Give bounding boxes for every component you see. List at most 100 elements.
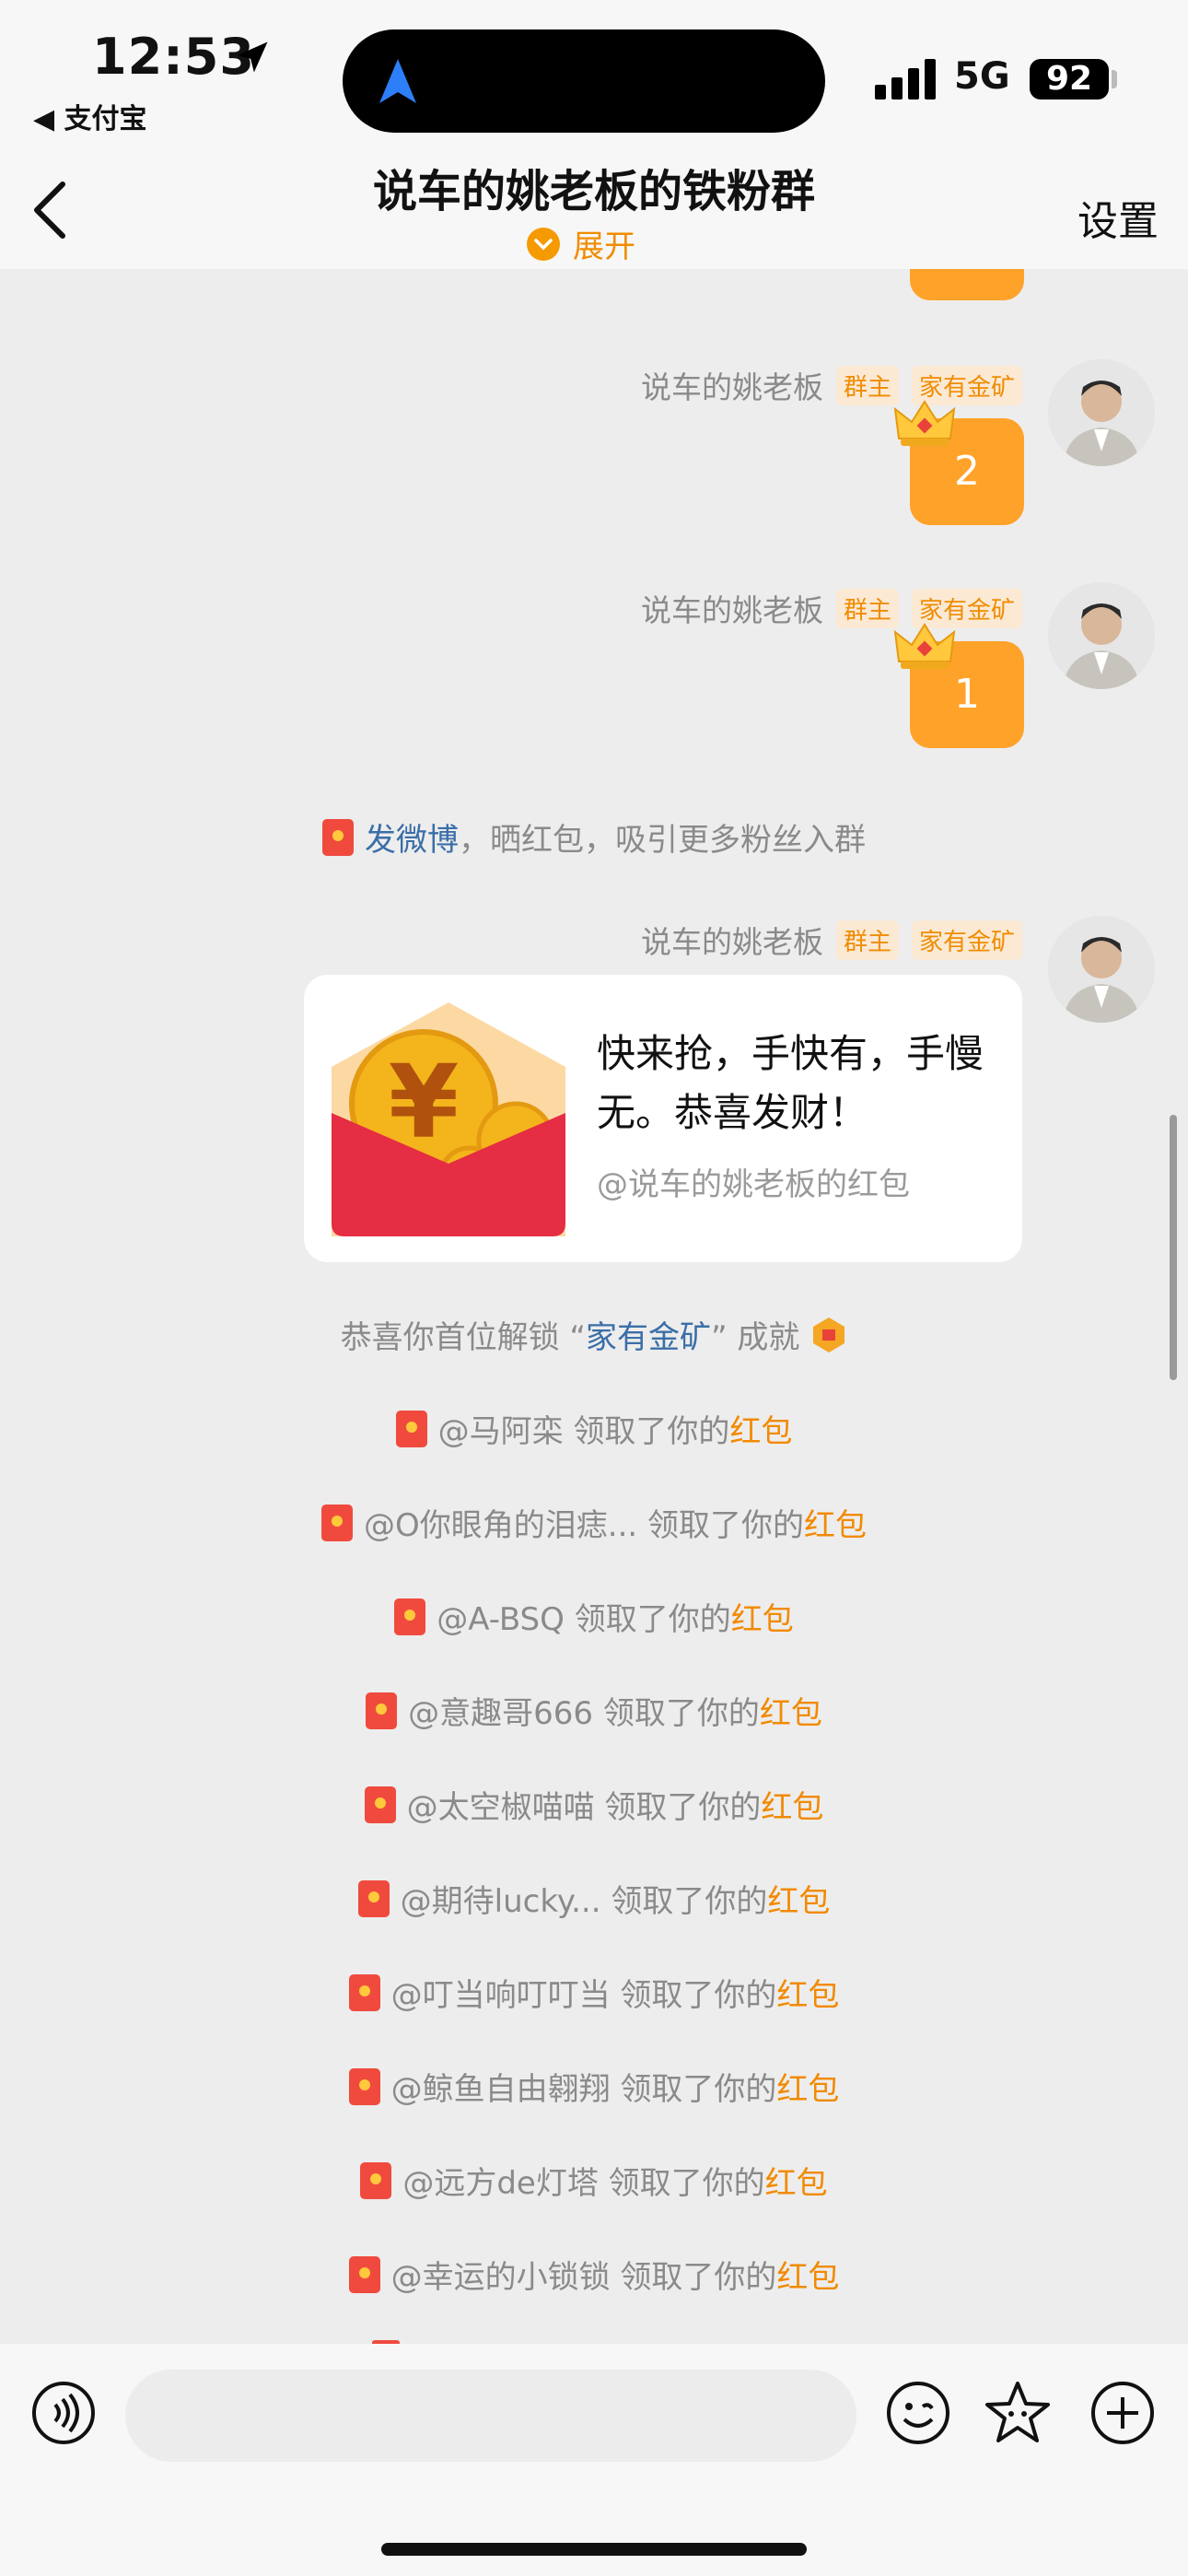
claim-action: 领取了你的 (610, 2259, 777, 2296)
home-indicator (381, 2543, 807, 2556)
achievement-notice: 恭喜你首位解锁 “家有金矿” 成就 (0, 1312, 1188, 1357)
claim-action: 领取了你的 (593, 1695, 760, 1732)
claim-notice: @A-BSQ 领取了你的红包 (0, 1594, 1188, 1644)
claim-notice: @叮当响叮叮当 领取了你的红包 (0, 1970, 1188, 2020)
message-sender: 说车的姚老板 群主 家有金矿 (641, 363, 1022, 407)
input-bar (0, 2344, 1188, 2576)
claim-action: 领取了你的 (610, 1977, 777, 2014)
status-time: 12:53 (92, 28, 255, 86)
achievement-suffix: ” 成就 (711, 1319, 800, 1356)
claim-user[interactable]: @O你眼角的泪痣... (364, 1507, 637, 1544)
avatar[interactable] (1048, 359, 1155, 466)
sticker-icon[interactable] (984, 2379, 1052, 2447)
red-packet-source: @说车的姚老板的红包 (597, 1166, 910, 1203)
crown-icon (893, 623, 956, 669)
previous-message-bubble[interactable] (910, 269, 1024, 300)
claim-notice: @意趣哥666 领取了你的红包 (0, 1688, 1188, 1738)
owner-tag: 群主 (835, 365, 899, 405)
achievement-badge-icon (813, 1317, 845, 1352)
settings-button[interactable]: 设置 (1077, 188, 1159, 247)
red-packet-icon (348, 2067, 380, 2105)
location-arrow-icon (237, 41, 268, 73)
claim-notice: @鲸鱼自由翱翔 领取了你的红包 (0, 2064, 1188, 2113)
sender-name: 说车的姚老板 (640, 369, 823, 405)
claim-user[interactable]: @远方de灯塔 (402, 2165, 599, 2202)
claim-action: 领取了你的 (564, 1601, 731, 1638)
crown-icon (893, 400, 956, 446)
sender-name: 说车的姚老板 (640, 924, 823, 960)
red-packet-icon (348, 2255, 380, 2293)
claim-action: 领取了你的 (637, 1507, 804, 1544)
promo-notice: 发微博，晒红包，吸引更多粉丝入群 (0, 814, 1188, 864)
message-sender: 说车的姚老板 群主 家有金矿 (641, 918, 1022, 962)
dynamic-island (343, 29, 825, 133)
network-type: 5G (954, 55, 1010, 98)
claim-item-link[interactable]: 红包 (760, 1695, 822, 1732)
claim-item-link[interactable]: 红包 (776, 2259, 839, 2296)
expand-button[interactable]: 展开 (527, 221, 635, 266)
claim-user[interactable]: @马阿栾 (438, 1413, 564, 1450)
red-packet-card[interactable]: ¥ 快来抢，手快有，手慢无。恭喜发财！ @说车的姚老板的红包 (304, 975, 1022, 1262)
message-text: 1 (954, 671, 980, 718)
claim-user[interactable]: @太空椒喵喵 (407, 1789, 595, 1826)
voice-icon[interactable] (31, 2381, 96, 2445)
claim-notice: @太空椒喵喵 领取了你的红包 (0, 1782, 1188, 1832)
claim-item-link[interactable]: 红包 (776, 2071, 839, 2108)
owner-tag: 群主 (835, 588, 899, 628)
chevron-down-icon (527, 227, 560, 261)
claim-notice: @期待lucky... 领取了你的红包 (0, 1876, 1188, 1926)
claim-item-link[interactable]: 红包 (731, 1601, 794, 1638)
claim-user[interactable]: @鲸鱼自由翱翔 (391, 2071, 611, 2108)
sender-name: 说车的姚老板 (640, 592, 823, 628)
red-packet-envelope-icon: ¥ (332, 1002, 565, 1236)
claim-user[interactable]: @期待lucky... (401, 1883, 601, 1920)
battery-cap (1112, 70, 1117, 88)
red-packet-icon (348, 1973, 380, 2011)
red-packet-icon (394, 1598, 426, 1635)
scrollbar[interactable] (1170, 1115, 1177, 1380)
claim-item-link[interactable]: 红包 (761, 1789, 823, 1826)
plus-icon[interactable] (1090, 2381, 1155, 2445)
achievement-prefix: 恭喜你首位解锁 “ (340, 1319, 586, 1356)
avatar[interactable] (1048, 916, 1155, 1023)
claim-item-link[interactable]: 红包 (729, 1413, 792, 1450)
claim-user[interactable]: @叮当响叮叮当 (391, 1977, 611, 2014)
claim-action: 领取了你的 (598, 2165, 765, 2202)
red-packet-icon (321, 1504, 353, 1541)
claim-item-link[interactable]: 红包 (767, 1883, 830, 1920)
achievement-name[interactable]: 家有金矿 (586, 1319, 711, 1356)
claim-item-link[interactable]: 红包 (765, 2165, 828, 2202)
battery-indicator: 92 (1030, 59, 1109, 100)
red-packet-icon (322, 818, 354, 856)
claim-action: 领取了你的 (600, 1883, 768, 1920)
red-packet-message: 快来抢，手快有，手慢无。恭喜发财！ (597, 1031, 984, 1135)
emoji-icon[interactable] (886, 2381, 950, 2445)
claim-notice: @幸运的小锁锁 领取了你的红包 (0, 2252, 1188, 2301)
claim-user[interactable]: @意趣哥666 (408, 1695, 593, 1732)
red-packet-icon (357, 1879, 390, 1917)
chat-title: 说车的姚老板的铁粉群 (372, 166, 815, 217)
red-packet-icon (366, 1692, 398, 1729)
red-packet-icon (395, 1410, 427, 1447)
red-packet-icon (360, 2161, 392, 2199)
weibo-link[interactable]: 发微博 (365, 822, 459, 859)
owner-tag: 群主 (835, 919, 899, 960)
expand-label: 展开 (573, 228, 635, 265)
top-bar: 12:53 ◀ 支付宝 5G 92 说车的姚老板的铁粉群 展开 设置 (0, 0, 1188, 269)
claim-item-link[interactable]: 红包 (804, 1507, 867, 1544)
message-sender: 说车的姚老板 群主 家有金矿 (641, 586, 1022, 630)
claim-action: 领取了你的 (594, 1789, 762, 1826)
claim-item-link[interactable]: 红包 (776, 1977, 839, 2014)
claim-user[interactable]: @幸运的小锁锁 (391, 2259, 611, 2296)
avatar[interactable] (1048, 582, 1155, 689)
message-input[interactable] (125, 2370, 856, 2462)
claim-notice: @O你眼角的泪痣... 领取了你的红包 (0, 1500, 1188, 1550)
claim-notice: @远方de灯塔 领取了你的红包 (0, 2158, 1188, 2207)
back-to-app-link[interactable]: ◀ 支付宝 (33, 96, 147, 136)
claim-user[interactable]: @A-BSQ (437, 1601, 565, 1638)
navigation-arrow-icon (379, 59, 416, 103)
claim-action: 领取了你的 (563, 1413, 730, 1450)
promo-text: ，晒红包，吸引更多粉丝入群 (459, 822, 866, 859)
red-packet-icon (364, 1786, 396, 1823)
signal-icon (875, 59, 936, 100)
